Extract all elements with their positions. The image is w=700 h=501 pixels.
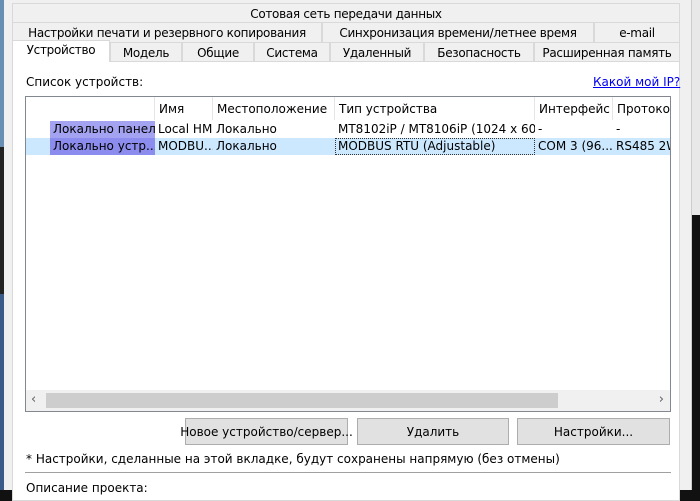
column-header-device-type[interactable]: Тип устройства [335, 97, 535, 120]
project-description-label: Описание проекта: [26, 481, 148, 495]
cell-device-type: MODBUS RTU (Adjustable) [335, 138, 535, 155]
tab-system[interactable]: Система [254, 42, 330, 62]
cell-interface: - [538, 122, 543, 136]
tab-security[interactable]: Безопасность [424, 42, 534, 62]
settings-note: * Настройки, сделанные на этой вкладке, … [26, 452, 560, 466]
column-header-location[interactable]: Местоположение [213, 97, 335, 120]
tab-device[interactable]: Устройство [12, 40, 110, 62]
divider [25, 472, 671, 473]
tab-email[interactable]: e-mail [594, 22, 680, 42]
cell-location: Локально [216, 122, 277, 136]
table-row-selected[interactable]: Локально устр... MODBU... Локально MODBU… [26, 138, 670, 155]
scroll-left-icon[interactable]: ‹ [31, 392, 36, 407]
scrollbar-thumb[interactable] [46, 393, 558, 408]
cell-category: Локально устр... [50, 138, 155, 155]
cell-location: Локально [216, 139, 277, 153]
device-list-label: Список устройств: [26, 75, 144, 89]
tab-general[interactable]: Общие [182, 42, 254, 62]
scroll-right-icon[interactable]: › [659, 392, 664, 407]
column-header-protocol[interactable]: Протокол [613, 97, 670, 120]
settings-dialog: Сотовая сеть передачи данных Настройки п… [4, 0, 692, 501]
cell-protocol: RS485 2W [616, 139, 670, 153]
cell-protocol: - [616, 122, 621, 136]
tab-model[interactable]: Модель [110, 42, 182, 62]
background-window [692, 0, 700, 215]
column-header-name[interactable]: Имя [155, 97, 213, 120]
column-header-interface[interactable]: Интерфейс [535, 97, 613, 120]
cell-interface: COM 3 (96... [538, 139, 613, 153]
cell-name: MODBU... [158, 139, 213, 153]
tab-cellular[interactable]: Сотовая сеть передачи данных [12, 3, 680, 23]
tab-time-sync[interactable]: Синхронизация времени/летнее время [322, 22, 594, 42]
delete-button[interactable]: Удалить [357, 418, 509, 445]
column-header-type-icon[interactable] [26, 97, 155, 120]
horizontal-scrollbar[interactable]: ‹ › [26, 390, 670, 411]
cell-name: Local HMI [158, 122, 213, 136]
tab-remote[interactable]: Удаленный [330, 42, 424, 62]
device-list[interactable]: Имя Местоположение Тип устройства Интерф… [25, 96, 671, 412]
table-row[interactable]: Локально панель Local HMI Локально MT810… [26, 121, 670, 138]
cell-device-type: MT8102iP / MT8106iP (1024 x 600) [338, 122, 535, 136]
settings-button[interactable]: Настройки... [517, 418, 670, 445]
cell-category: Локально панель [50, 121, 155, 138]
tab-print-backup[interactable]: Настройки печати и резервного копировани… [12, 22, 322, 42]
my-ip-link[interactable]: Какой мой IP? [593, 75, 680, 89]
new-device-button[interactable]: Новое устройство/сервер... [180, 418, 353, 445]
tab-extended-memory[interactable]: Расширенная память [534, 42, 680, 62]
